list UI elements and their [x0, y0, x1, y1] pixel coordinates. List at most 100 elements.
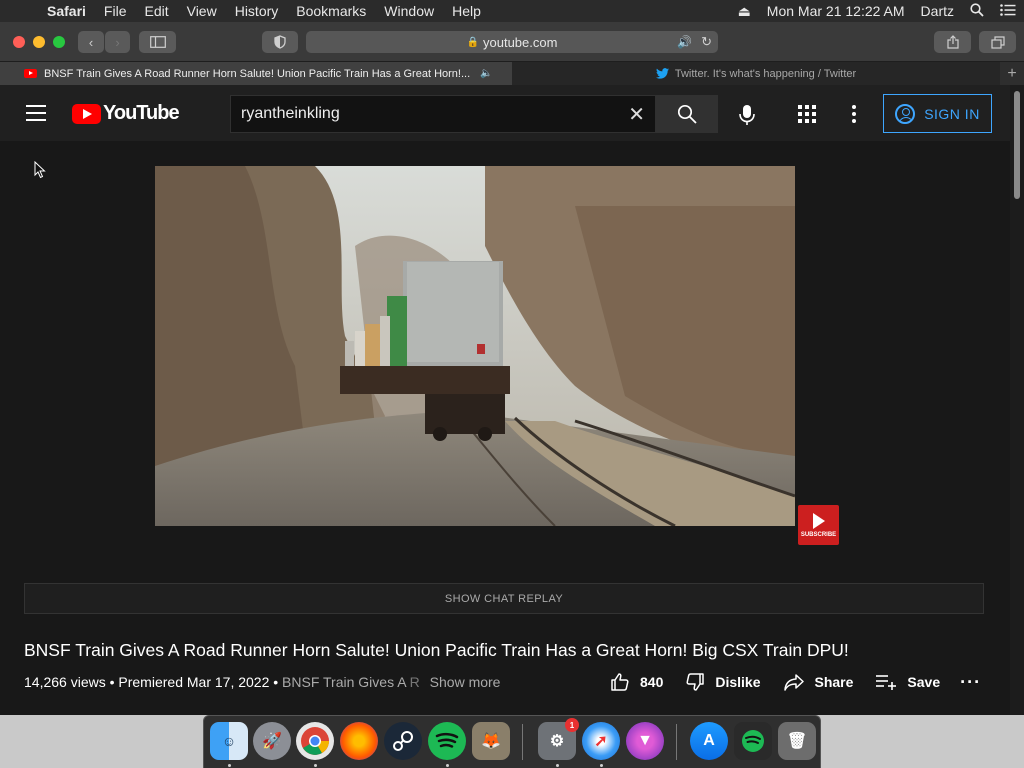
- scrollbar-thumb[interactable]: [1014, 91, 1020, 199]
- reload-icon[interactable]: ↻: [701, 34, 712, 50]
- menu-bar: Safari File Edit View History Bookmarks …: [0, 0, 1024, 22]
- show-chat-replay-button[interactable]: SHOW CHAT REPLAY: [24, 583, 984, 614]
- minimize-window-button[interactable]: [33, 36, 45, 48]
- menu-file[interactable]: File: [95, 3, 136, 19]
- finder-icon[interactable]: ☺: [210, 722, 248, 760]
- spotify-folder-icon[interactable]: [734, 722, 772, 760]
- apps-grid-icon[interactable]: [798, 105, 816, 123]
- thumbs-up-icon: [611, 673, 629, 691]
- system-preferences-running-dot: [556, 764, 559, 767]
- menu-user[interactable]: Dartz: [913, 3, 962, 19]
- like-count: 840: [640, 674, 664, 690]
- plus-icon: +: [1007, 64, 1017, 82]
- safari-icon[interactable]: ➚: [582, 722, 620, 760]
- hamburger-menu-icon[interactable]: [26, 105, 46, 121]
- share-arrow-icon: [783, 674, 804, 691]
- video-player[interactable]: [155, 166, 795, 526]
- dock-separator: [522, 724, 523, 760]
- app-store-icon[interactable]: A: [690, 722, 728, 760]
- youtube-page: YouTube ryantheinkling ✕ SIGN IN SUBSCRI…: [0, 85, 1024, 715]
- close-window-button[interactable]: [13, 36, 25, 48]
- chrome-icon[interactable]: [296, 722, 334, 760]
- safari-toolbar: ‹ › 🔒 youtube.com 🔊 ↻: [0, 22, 1024, 62]
- tab-audio-icon[interactable]: 🔈: [480, 68, 492, 79]
- playlist-add-icon: [876, 675, 897, 690]
- lock-icon: 🔒: [466, 36, 479, 48]
- notification-center-icon[interactable]: [992, 3, 1024, 19]
- sidebar-toggle-button[interactable]: [139, 31, 176, 53]
- gimp-icon[interactable]: 🦊: [472, 722, 510, 760]
- mouse-pointer-icon: [34, 161, 46, 179]
- tab-twitter-title: Twitter. It's what's happening / Twitter: [674, 67, 857, 80]
- privacy-report-button[interactable]: [262, 31, 298, 53]
- menu-bar-status: ⏏ Mon Mar 21 12:22 AM Dartz: [730, 0, 1024, 22]
- thumbs-down-icon: [686, 673, 705, 691]
- menu-edit[interactable]: Edit: [135, 3, 177, 19]
- menu-window[interactable]: Window: [375, 3, 443, 19]
- video-actions: 840 Dislike Share Save ···: [610, 671, 981, 693]
- save-to-playlist-button[interactable]: Save: [875, 674, 940, 690]
- youtube-logo-text: YouTube: [103, 102, 180, 124]
- launchpad-icon[interactable]: 🚀: [253, 722, 291, 760]
- dislike-label: Dislike: [715, 674, 761, 690]
- youtube-logo[interactable]: YouTube: [72, 102, 180, 125]
- tab-youtube-title: BNSF Train Gives A Road Runner Horn Salu…: [44, 67, 471, 80]
- search-icon: [677, 104, 697, 124]
- share-button[interactable]: [934, 31, 971, 53]
- chevron-left-icon: ‹: [88, 34, 94, 50]
- shield-icon: [274, 35, 286, 49]
- more-options-icon[interactable]: [852, 105, 856, 123]
- menu-bookmarks[interactable]: Bookmarks: [287, 3, 375, 19]
- menu-help[interactable]: Help: [443, 3, 490, 19]
- spotify-icon[interactable]: [428, 722, 466, 760]
- tab-bar: BNSF Train Gives A Road Runner Horn Salu…: [0, 62, 1024, 85]
- more-actions-icon[interactable]: ···: [960, 672, 981, 693]
- video-stats: 14,266 views • Premiered Mar 17, 2022 •: [24, 674, 283, 690]
- search-button[interactable]: [656, 95, 718, 133]
- tab-overview-button[interactable]: [979, 31, 1016, 53]
- speaker-icon[interactable]: 🔊: [677, 35, 692, 49]
- video-metadata[interactable]: 14,266 views • Premiered Mar 17, 2022 • …: [24, 674, 500, 690]
- like-button[interactable]: 840: [610, 672, 663, 692]
- forward-button[interactable]: ›: [105, 31, 130, 53]
- system-preferences-icon[interactable]: ⚙ 1: [538, 718, 579, 760]
- dislike-button[interactable]: Dislike: [685, 672, 761, 692]
- subscribe-watermark-button[interactable]: SUBSCRIBE: [798, 505, 839, 545]
- menu-view[interactable]: View: [178, 3, 226, 19]
- search-input[interactable]: ryantheinkling ✕: [230, 95, 656, 133]
- sign-in-label: SIGN IN: [924, 105, 980, 122]
- twitter-bird-icon: [655, 68, 669, 79]
- trash-icon[interactable]: 🗑: [778, 722, 816, 760]
- back-button[interactable]: ‹: [78, 31, 104, 53]
- video-title: BNSF Train Gives A Road Runner Horn Salu…: [24, 640, 849, 660]
- address-text: youtube.com: [483, 34, 558, 50]
- address-bar[interactable]: 🔒 youtube.com 🔊 ↻: [306, 31, 718, 53]
- steam-icon[interactable]: [384, 722, 422, 760]
- menu-clock[interactable]: Mon Mar 21 12:22 AM: [759, 3, 913, 19]
- show-more-link[interactable]: Show more: [430, 674, 501, 690]
- menu-history[interactable]: History: [226, 3, 288, 19]
- zoom-window-button[interactable]: [53, 36, 65, 48]
- description-preview: BNSF Train Gives A: [282, 674, 406, 690]
- eject-icon[interactable]: ⏏: [730, 3, 759, 20]
- tab-twitter[interactable]: Twitter. It's what's happening / Twitter: [512, 62, 1000, 85]
- voice-search-button[interactable]: [736, 103, 758, 127]
- sign-in-button[interactable]: SIGN IN: [883, 94, 992, 133]
- youtube-favicon-icon: [24, 69, 37, 78]
- youtube-play-logo-icon: [72, 103, 101, 124]
- play-icon: [812, 512, 825, 529]
- dock: ☺ 🚀 🦊 ⚙ 1 ➚ ▼ A 🗑: [203, 715, 821, 768]
- share-video-button[interactable]: Share: [783, 673, 853, 691]
- firefox-developer-icon[interactable]: ▼: [626, 722, 664, 760]
- user-circle-icon: [895, 103, 916, 124]
- clear-search-icon[interactable]: ✕: [628, 102, 645, 127]
- spotlight-search-icon[interactable]: [962, 2, 992, 20]
- menu-app-name[interactable]: Safari: [38, 3, 95, 19]
- tab-youtube[interactable]: BNSF Train Gives A Road Runner Horn Salu…: [0, 62, 512, 85]
- firefox-icon[interactable]: [340, 722, 378, 760]
- search-query: ryantheinkling: [241, 105, 340, 122]
- notification-badge: 1: [565, 718, 579, 732]
- new-tab-button[interactable]: +: [1000, 62, 1024, 85]
- chrome-running-dot: [314, 764, 317, 767]
- page-scrollbar[interactable]: [1010, 85, 1024, 715]
